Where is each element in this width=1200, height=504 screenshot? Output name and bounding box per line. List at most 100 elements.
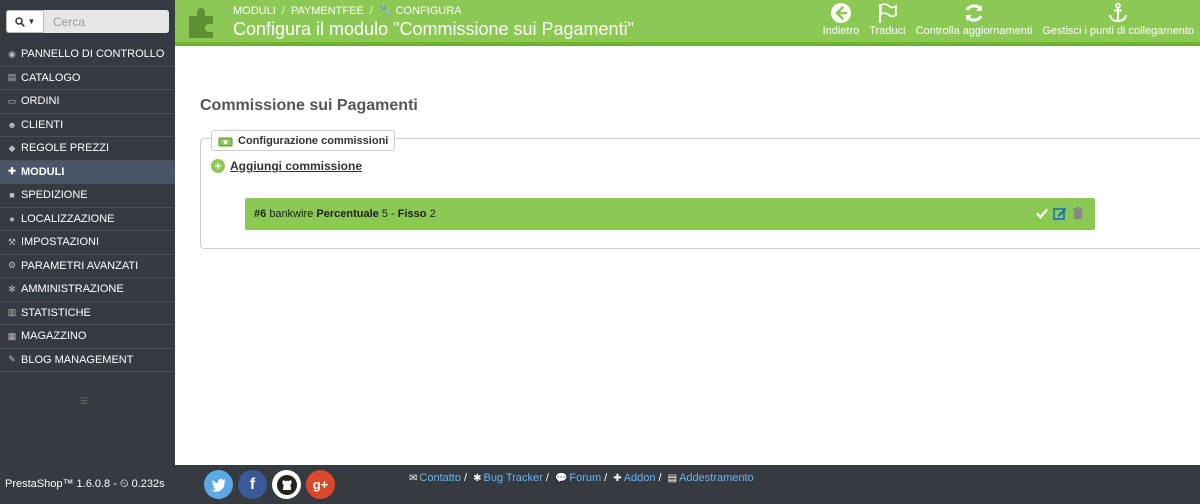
toolbar-label: Traduci — [869, 25, 906, 37]
sidebar-item-label: BLOG MANAGEMENT — [21, 353, 134, 366]
sidebar-item-price-rules[interactable]: ◆ REGOLE PREZZI — [0, 137, 175, 161]
link-forum[interactable]: Forum — [569, 472, 601, 484]
sidebar-item-label: PARAMETRI AVANZATI — [21, 259, 139, 272]
sidebar-item-label: AMMINISTRAZIONE — [21, 283, 124, 296]
version-text: PrestaShop™ 1.6.0.8 - — [5, 478, 120, 490]
breadcrumb-item[interactable]: CONFIGURA — [396, 5, 462, 17]
sidebar-item-label: CATALOGO — [21, 71, 81, 84]
footer-version: PrestaShop™ 1.6.0.8 - ⏲ 0.232s — [5, 478, 165, 491]
sidebar-item-label: CLIENTI — [21, 118, 64, 131]
sidebar-item-catalog[interactable]: ▤ CATALOGO — [0, 66, 175, 90]
link-addons[interactable]: Addon — [624, 472, 656, 484]
puzzle-icon: ✚ — [613, 473, 622, 484]
row-actions — [1035, 206, 1085, 220]
breadcrumb-item[interactable]: PAYMENTFEE — [291, 5, 364, 17]
menu-collapse-icon[interactable]: ≡ — [80, 392, 88, 408]
sidebar-item-customers[interactable]: ☻ CLIENTI — [0, 113, 175, 137]
check-icon[interactable] — [1035, 206, 1049, 220]
sidebar-item-orders[interactable]: ▭ ORDINI — [0, 90, 175, 114]
fee-fixed-label: Fisso — [397, 208, 427, 220]
toolbar-label: Indietro — [822, 25, 860, 37]
book-icon: ▤ — [667, 473, 678, 484]
bar-chart-icon: ▥ — [7, 307, 17, 318]
breadcrumb: MODULI / PAYMENTFEE / 🔧 CONFIGURA — [233, 5, 462, 17]
cogs-icon: ⚙ — [7, 260, 17, 271]
sidebar: ▼ ◉ PANNELLO DI CONTROLLO ▤ CATALOGO ▭ ORDI… — [0, 0, 175, 504]
legend-label: Configurazione commissioni — [238, 134, 389, 147]
toolbar: Indietro Traduci Controlla aggiornamenti… — [813, 2, 1194, 37]
toolbar-label: Controlla aggiornamenti — [915, 25, 1033, 37]
load-time: 0.232s — [131, 478, 165, 490]
plus-circle-icon: + — [211, 159, 225, 173]
search-button[interactable]: ▼ — [6, 10, 44, 33]
wrench-icon: ⚒ — [7, 236, 17, 247]
sidebar-item-label: MAGAZZINO — [21, 330, 87, 343]
sidebar-item-dashboard[interactable]: ◉ PANNELLO DI CONTROLLO — [0, 43, 175, 67]
globe-icon: ● — [9, 213, 15, 224]
fee-percent-label: Percentuale — [316, 208, 379, 220]
github-icon[interactable] — [272, 470, 301, 499]
breadcrumb-item[interactable]: MODULI — [233, 5, 276, 17]
sidebar-item-stats[interactable]: ▥ STATISTICHE — [0, 301, 175, 325]
envelope-icon: ✉ — [409, 473, 418, 484]
tags-icon: ◆ — [8, 142, 16, 153]
sidebar-item-localization[interactable]: ● LOCALIZZAZIONE — [0, 207, 175, 231]
gear-icon: ✻ — [8, 283, 16, 294]
archive-icon: ▦ — [7, 330, 17, 341]
search-icon — [14, 16, 25, 27]
sidebar-item-label: STATISTICHE — [21, 306, 91, 319]
hooks-button[interactable]: Gestisci i punti di collegamento — [1042, 2, 1194, 37]
sidebar-item-label: SPEDIZIONE — [21, 189, 88, 202]
sidebar-item-settings[interactable]: ⚒ IMPOSTAZIONI — [0, 231, 175, 255]
sidebar-item-label: PANNELLO DI CONTROLLO — [21, 48, 165, 61]
book-icon: ▤ — [7, 72, 17, 83]
sidebar-item-label: MODULI — [21, 165, 65, 178]
back-button[interactable]: Indietro — [822, 2, 860, 37]
search-input[interactable] — [44, 10, 169, 33]
money-icon — [218, 137, 233, 146]
edit-icon[interactable] — [1053, 206, 1067, 220]
anchor-icon — [1109, 2, 1128, 23]
sidebar-item-modules[interactable]: ✚ MODULI — [0, 160, 175, 184]
add-fee-link[interactable]: + Aggiungi commissione — [211, 159, 362, 173]
fee-row: #6 bankwire Percentuale 5 - Fisso 2 — [245, 198, 1095, 230]
trash-icon[interactable] — [1071, 206, 1085, 220]
page-header: MODULI / PAYMENTFEE / 🔧 CONFIGURA Configura … — [175, 0, 1200, 46]
wrench-icon: 🔧 — [378, 5, 396, 17]
clock-icon: ⏲ — [119, 478, 132, 490]
sidebar-item-blog[interactable]: ✎ BLOG MANAGEMENT — [0, 348, 175, 372]
dashboard-icon: ◉ — [8, 48, 16, 59]
footer-links: ✉ Contatto / ✱ Bug Tracker / 💬 Forum / ✚ Addon /… — [409, 472, 754, 484]
sidebar-item-label: REGOLE PREZZI — [21, 142, 110, 155]
sidebar-item-shipping[interactable]: ■ SPEDIZIONE — [0, 184, 175, 208]
chevron-down-icon: ▼ — [27, 17, 36, 26]
arrow-left-circle-icon — [830, 3, 851, 23]
flag-icon — [879, 3, 898, 23]
sidebar-item-administration[interactable]: ✻ AMMINISTRAZIONE — [0, 278, 175, 302]
link-training[interactable]: Addestramento — [679, 472, 754, 484]
google-plus-icon[interactable]: g+ — [306, 470, 335, 499]
page-title: Configura il modulo "Commissione sui Pag… — [233, 19, 634, 39]
sidebar-item-stock[interactable]: ▦ MAGAZZINO — [0, 325, 175, 349]
fees-fieldset: Configurazione commissioni + Aggiungi co… — [200, 130, 1200, 249]
fee-percent-value: 5 — [381, 208, 388, 220]
search-box: ▼ — [6, 10, 169, 33]
add-fee-label: Aggiungi commissione — [230, 159, 363, 173]
pencil-icon: ✎ — [8, 354, 16, 365]
translate-button[interactable]: Traduci — [869, 2, 906, 37]
link-bug-tracker[interactable]: Bug Tracker — [484, 472, 543, 484]
sidebar-item-advanced[interactable]: ⚙ PARAMETRI AVANZATI — [0, 254, 175, 278]
twitter-icon[interactable] — [204, 470, 233, 499]
sidebar-item-label: ORDINI — [21, 95, 60, 108]
users-icon: ☻ — [7, 119, 17, 130]
fee-separator: - — [391, 208, 395, 220]
fieldset-legend: Configurazione commissioni — [211, 130, 396, 151]
check-updates-button[interactable]: Controlla aggiornamenti — [915, 2, 1033, 37]
fee-id: #6 — [254, 208, 267, 220]
link-contact[interactable]: Contatto — [419, 472, 461, 484]
puzzle-icon: ✚ — [8, 166, 16, 177]
fee-fixed-value: 2 — [429, 208, 436, 220]
sidebar-menu: ◉ PANNELLO DI CONTROLLO ▤ CATALOGO ▭ ORDINI… — [0, 43, 175, 372]
toolbar-label: Gestisci i punti di collegamento — [1042, 25, 1194, 37]
facebook-icon[interactable]: f — [238, 470, 267, 499]
